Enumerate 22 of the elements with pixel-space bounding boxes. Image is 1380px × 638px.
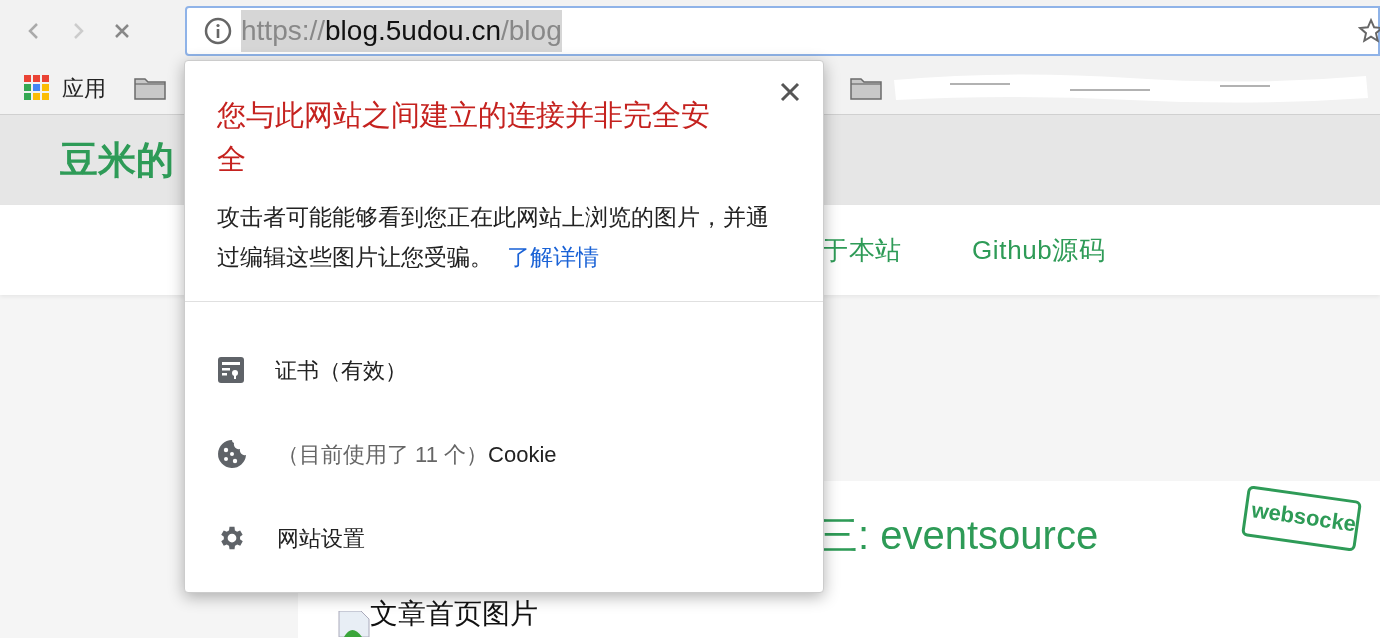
nav-link[interactable]: Github源码 [971,230,1106,270]
apps-grid-icon[interactable] [24,75,50,101]
star-icon[interactable] [1358,18,1380,44]
image-alt-text: 文章首页图片 [370,597,538,631]
bookmark-label[interactable]: 应用 [62,71,106,105]
popup-menu-item[interactable]: 网站设置 [277,521,365,555]
warning-description: 攻击者可能能够看到您正在此网站上浏览的图片，并通过编辑这些图片让您受骗。 了解详情 [217,203,770,272]
warning-title: 您与此网站之间建立的连接并非完全安全 [217,98,711,177]
tag-stamp: websocke [1241,485,1363,552]
address-bar[interactable]: https://blog.5udou.cn/blog [185,6,1380,56]
folder-icon [850,76,882,100]
folder-icon [134,76,166,100]
popup-menu-item[interactable]: 证书（有效） [275,353,407,387]
close-icon [780,82,800,102]
url-text: https://blog.5udou.cn/blog [241,10,562,52]
cookie-icon [217,439,247,469]
certificate-icon [217,356,245,384]
info-icon[interactable] [203,16,233,46]
learn-more-link[interactable]: 了解详情 [507,244,600,270]
broken-image-icon [338,611,370,637]
popup-menu-item[interactable]: （目前使用了 11 个）Cookie [277,437,557,471]
nav-link[interactable]: 于本站 [822,230,902,270]
